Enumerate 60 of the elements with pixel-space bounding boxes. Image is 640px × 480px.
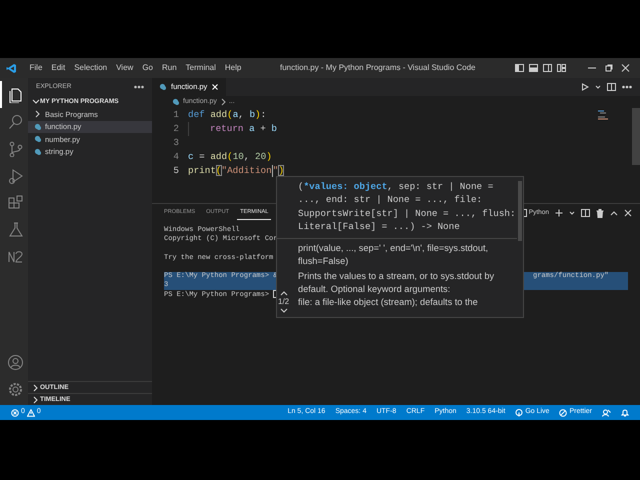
line-number: 4 — [172, 150, 180, 164]
line-number: 3 — [172, 136, 180, 150]
documentation-text: Prints the values to a stream, or to sys.stdout by default. Optional keyword arguments: — [298, 270, 496, 296]
close-icon[interactable] — [624, 209, 632, 217]
scrollbar-thumb[interactable] — [632, 108, 640, 165]
app-logo-icon — [6, 62, 17, 74]
add-icon[interactable] — [555, 209, 563, 217]
code-line: print("Addition") — [188, 164, 284, 178]
documentation-text: file: a file-like object (stream); defaults to the — [298, 296, 479, 310]
search-icon[interactable] — [6, 113, 24, 130]
line-number: 5 — [172, 164, 180, 178]
toggle-panel-icon[interactable] — [529, 64, 538, 72]
files-icon[interactable] — [6, 86, 24, 103]
menu-item[interactable]: Run — [157, 62, 182, 74]
error-icon — [11, 408, 19, 416]
code-line: def add(a, b): — [188, 108, 266, 122]
menu-item[interactable]: Terminal — [181, 62, 220, 74]
extensions-icon[interactable] — [6, 194, 24, 211]
menu-item[interactable]: Help — [220, 62, 246, 74]
customize-layout-icon[interactable] — [557, 64, 566, 72]
settings-icon[interactable] — [6, 381, 24, 398]
run-icon[interactable] — [581, 83, 589, 91]
line-number: 2 — [172, 122, 180, 136]
flask-icon[interactable] — [6, 221, 24, 238]
menu-item[interactable]: Go — [138, 62, 158, 74]
code-line: return a + b — [210, 122, 278, 136]
menu-item[interactable]: File — [25, 62, 47, 74]
notification-bell-icon[interactable] — [621, 408, 629, 416]
caret-icon[interactable] — [595, 84, 601, 90]
chevron-icon — [220, 98, 226, 106]
trash-icon[interactable] — [596, 208, 604, 218]
split-terminal-icon[interactable] — [581, 209, 590, 217]
split-editor-icon[interactable] — [607, 83, 616, 91]
signature-text: (*values: object, sep: str | None = ..., end: str | None = ..., file: SupportsWrite[str] | None = ..., flush: Literal[False] = ...) -> None — [277, 177, 517, 239]
overload-counter: 1/2 — [278, 296, 290, 308]
menu-item[interactable]: Edit — [46, 62, 70, 74]
more-actions-icon[interactable] — [134, 84, 144, 88]
account-icon[interactable] — [6, 354, 24, 371]
chevron-up-icon[interactable] — [280, 291, 288, 296]
toggle-sidebar-icon[interactable] — [515, 64, 524, 72]
scrollbar-thumb[interactable] — [518, 181, 522, 241]
more-actions-icon[interactable] — [622, 85, 632, 89]
warning-icon — [26, 408, 35, 416]
feedback-icon[interactable] — [602, 408, 611, 416]
caret-icon[interactable] — [569, 210, 575, 216]
menu-item[interactable]: View — [112, 62, 138, 74]
close-icon[interactable] — [620, 64, 632, 72]
menu-item[interactable]: Selection — [70, 62, 112, 74]
maximize-panel-icon[interactable] — [610, 210, 618, 216]
run-debug-icon[interactable] — [6, 167, 24, 184]
disabled-icon — [559, 408, 568, 416]
broadcast-icon — [515, 408, 524, 416]
toggle-secondary-sidebar-icon[interactable] — [543, 64, 552, 72]
window-title: function.py - My Python Programs - Visual Studio Code — [280, 62, 476, 74]
documentation-text: print(value, ..., sep=' ', end='\n', file=sys.stdout, flush=False) — [298, 242, 490, 268]
line-number: 1 — [172, 108, 180, 122]
restore-icon[interactable] — [603, 64, 615, 72]
chevron-down-icon[interactable] — [280, 308, 288, 313]
source-control-icon[interactable] — [6, 140, 24, 157]
code-line: c = add(10, 20) — [188, 150, 272, 164]
